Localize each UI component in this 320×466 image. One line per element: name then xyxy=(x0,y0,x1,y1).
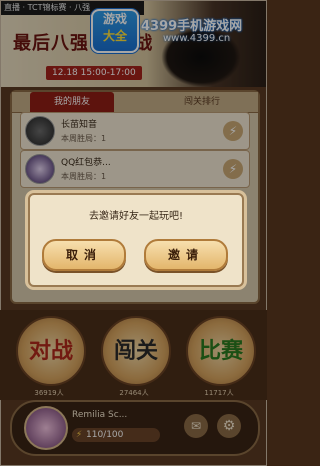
invite-dialog: 去邀请好友一起玩吧! 取消 邀请 xyxy=(28,193,244,287)
dialog-message: 去邀请好友一起玩吧! xyxy=(88,211,183,222)
invite-button[interactable]: 邀请 xyxy=(144,239,228,271)
cancel-button[interactable]: 取消 xyxy=(42,239,126,271)
